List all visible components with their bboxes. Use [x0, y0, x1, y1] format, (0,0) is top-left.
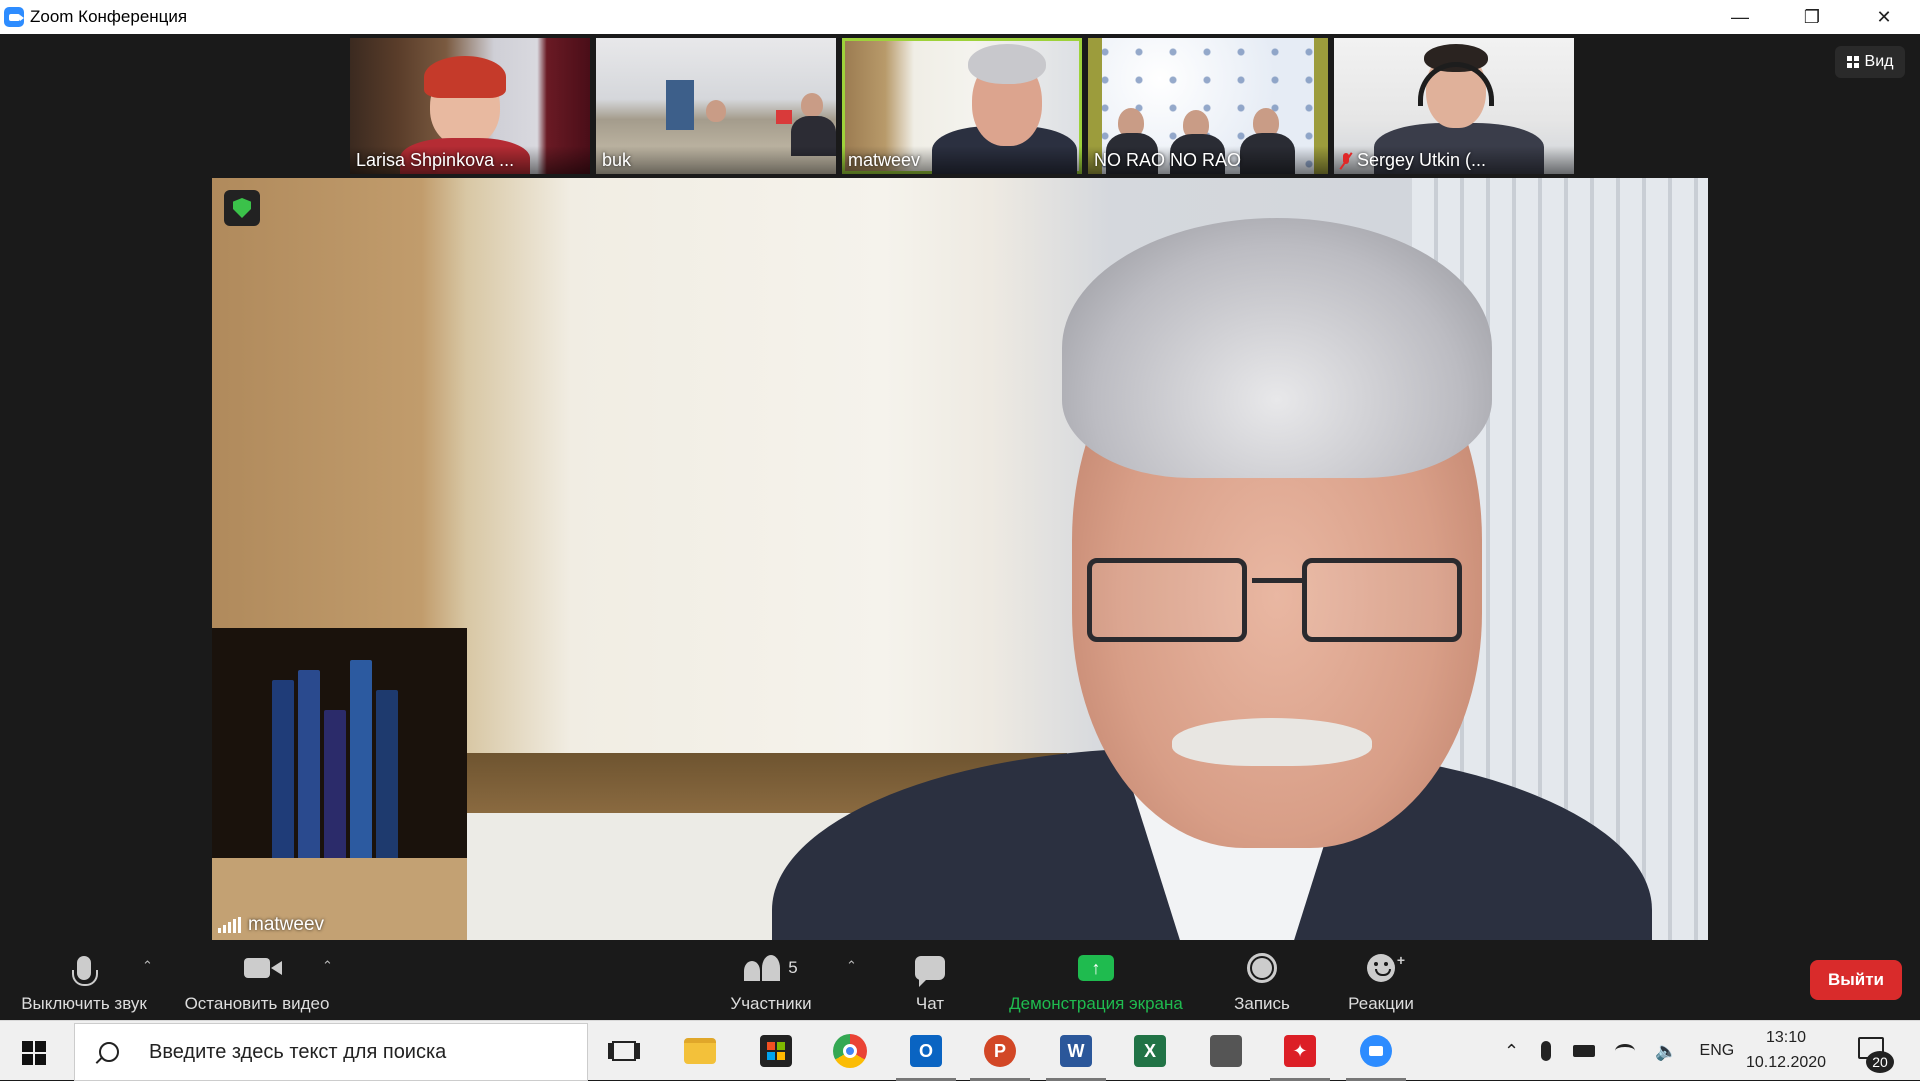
- glasses: [1087, 558, 1467, 648]
- meeting-area: Larisa Shpinkova ... buk matweev NO RAO …: [0, 34, 1920, 942]
- participant-thumbnail-strip: Larisa Shpinkova ... buk matweev NO RAO …: [350, 38, 1580, 174]
- record-button[interactable]: Запись: [1222, 942, 1302, 1020]
- close-button[interactable]: ✕: [1848, 0, 1920, 34]
- battery-icon[interactable]: [1573, 1045, 1596, 1057]
- store-icon[interactable]: [756, 1031, 796, 1071]
- zoom-icon[interactable]: [1346, 1031, 1406, 1081]
- participants-options-caret-icon[interactable]: ⌃: [846, 958, 857, 974]
- search-icon: [99, 1042, 119, 1062]
- audio-options-caret-icon[interactable]: ⌃: [142, 958, 153, 974]
- view-button[interactable]: Вид: [1835, 46, 1905, 78]
- taskbar-clock[interactable]: 13:10 10.12.2020: [1738, 1025, 1834, 1075]
- minimize-button[interactable]: —: [1704, 0, 1776, 34]
- participant-thumbnail-active[interactable]: matweev: [842, 38, 1082, 174]
- participant-video-figure: [706, 100, 726, 122]
- connection-signal-icon: [218, 917, 241, 933]
- share-screen-button[interactable]: ↑ Демонстрация экрана: [996, 942, 1196, 1020]
- chat-button[interactable]: Чат: [900, 942, 960, 1020]
- show-hidden-icons-chevron-icon[interactable]: ⌃: [1504, 1041, 1519, 1062]
- windows-taskbar: Введите здесь текст для поиска O P W X ✦…: [0, 1020, 1920, 1081]
- reactions-button[interactable]: + Реакции: [1336, 942, 1426, 1020]
- video-options-caret-icon[interactable]: ⌃: [322, 958, 333, 974]
- window-titlebar: Zoom Конференция — ❐ ✕: [0, 0, 1920, 34]
- stop-video-button[interactable]: Остановить видео: [176, 942, 338, 1020]
- mute-button[interactable]: Выключить звук: [12, 942, 156, 1020]
- chat-icon: [915, 956, 945, 987]
- participant-thumbnail[interactable]: Sergey Utkin (...: [1334, 38, 1574, 174]
- participants-icon: [744, 955, 781, 981]
- calculator-icon[interactable]: [1206, 1031, 1246, 1071]
- task-view-icon[interactable]: [604, 1031, 644, 1071]
- file-explorer-icon[interactable]: [680, 1031, 720, 1071]
- participant-video-figure: [968, 44, 1046, 84]
- word-icon[interactable]: W: [1046, 1031, 1106, 1081]
- participant-name: Sergey Utkin (...: [1340, 150, 1486, 171]
- participant-name: buk: [602, 150, 632, 170]
- window-title: Zoom Конференция: [30, 7, 188, 26]
- window-controls: — ❐ ✕: [1704, 0, 1920, 34]
- volume-icon[interactable]: 🔈: [1655, 1041, 1677, 1062]
- restore-button[interactable]: ❐: [1776, 0, 1848, 34]
- record-icon: [1247, 953, 1277, 983]
- main-speaker-video[interactable]: matweev: [212, 178, 1708, 940]
- notification-count-badge: 20: [1866, 1051, 1894, 1073]
- participant-thumbnail[interactable]: buk: [596, 38, 836, 174]
- outlook-icon[interactable]: O: [896, 1031, 956, 1081]
- participant-thumbnail[interactable]: Larisa Shpinkova ...: [350, 38, 590, 174]
- participant-video-figure: [801, 93, 823, 117]
- speaker-name-label: matweev: [218, 914, 324, 936]
- search-placeholder: Введите здесь текст для поиска: [149, 1040, 447, 1063]
- powerpoint-icon[interactable]: P: [970, 1031, 1030, 1081]
- grid-view-icon: [1846, 56, 1859, 68]
- wifi-icon[interactable]: [1615, 1044, 1636, 1058]
- clock-time: 13:10: [1765, 1029, 1807, 1046]
- video-camera-icon: [244, 958, 282, 978]
- reactions-smiley-icon: [1367, 954, 1395, 982]
- excel-icon[interactable]: X: [1130, 1031, 1170, 1071]
- encryption-shield-icon[interactable]: [224, 190, 260, 226]
- flag-icon: [776, 110, 792, 124]
- participant-name: Larisa Shpinkova ...: [356, 150, 515, 170]
- microphone-muted-icon: [1340, 152, 1352, 170]
- input-language-indicator[interactable]: ENG: [1700, 1042, 1735, 1060]
- chrome-icon[interactable]: [830, 1031, 870, 1071]
- participant-thumbnail[interactable]: NO RAO NO RAO: [1088, 38, 1328, 174]
- windows-start-icon[interactable]: [22, 1041, 46, 1065]
- acrobat-icon[interactable]: ✦: [1270, 1031, 1330, 1081]
- leave-meeting-button[interactable]: Выйти: [1810, 960, 1902, 1000]
- taskbar-search-box[interactable]: Введите здесь текст для поиска: [74, 1023, 588, 1081]
- participant-name: matweev: [848, 150, 921, 170]
- microphone-icon: [72, 956, 98, 986]
- participant-name: NO RAO NO RAO: [1094, 150, 1242, 170]
- participants-count: 5: [788, 958, 798, 977]
- participants-button[interactable]: 5 Участники: [722, 942, 820, 1020]
- clock-date: 10.12.2020: [1745, 1054, 1827, 1071]
- participant-video-figure: [424, 56, 506, 98]
- microphone-tray-icon[interactable]: [1541, 1041, 1552, 1061]
- participant-video-figure: [666, 80, 694, 130]
- meeting-toolbar: Выключить звук ⌃ Остановить видео ⌃ 5 Уч…: [0, 942, 1920, 1020]
- zoom-app-icon: [4, 7, 24, 27]
- share-screen-icon: ↑: [1078, 955, 1114, 981]
- system-tray: ⌃ 🔈 ENG: [1504, 1021, 1734, 1081]
